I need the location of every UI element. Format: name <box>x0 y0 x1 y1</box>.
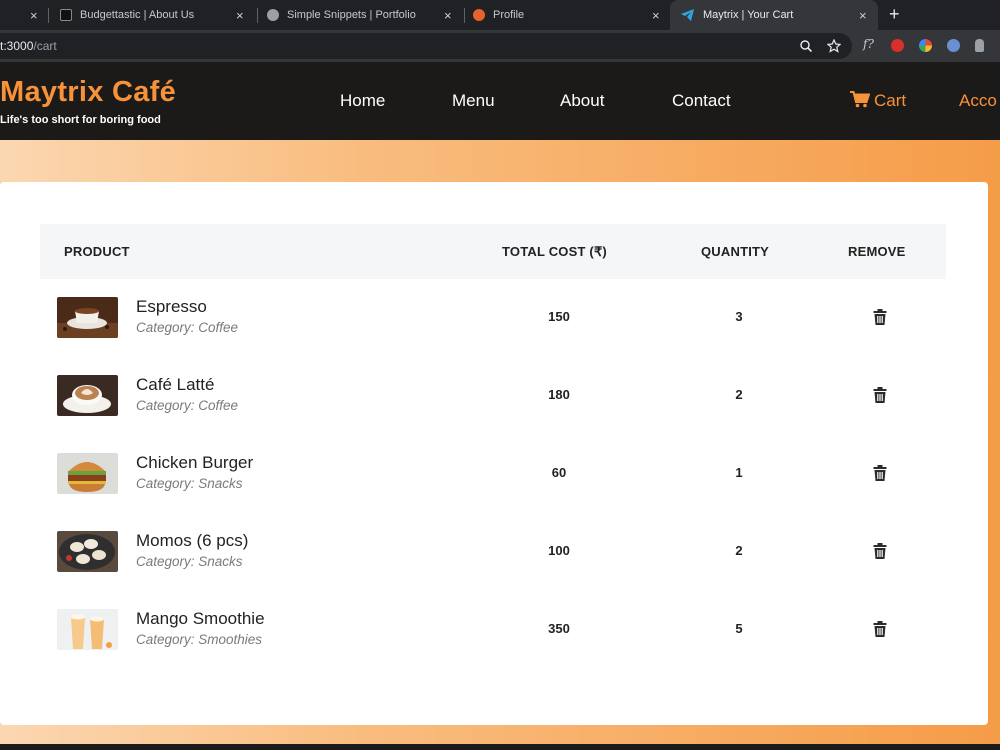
nav-account[interactable]: Acco <box>959 91 997 111</box>
cart-row-chicken-burger: Chicken Burger Category: Snacks 60 1 <box>40 436 946 514</box>
browser-tab-strip: × Budgettastic | About Us × Simple Snipp… <box>0 0 1000 30</box>
product-name: Espresso <box>136 297 207 316</box>
site-header: Maytrix Café Life's too short for boring… <box>0 62 1000 140</box>
tab-close-icon[interactable]: × <box>30 8 38 23</box>
formula-extension-icon[interactable]: f? <box>863 37 874 51</box>
new-tab-button[interactable]: + <box>889 4 900 25</box>
product-name: Momos (6 pcs) <box>136 531 249 550</box>
browser-toolbar: t:3000/cart f? <box>0 30 1000 62</box>
browser-tab-active[interactable]: Maytrix | Your Cart × <box>670 0 878 30</box>
trash-icon[interactable] <box>873 621 887 637</box>
bookmark-star-icon[interactable] <box>827 39 841 53</box>
browser-tab-0[interactable]: × <box>0 0 46 30</box>
smoothie-image <box>57 609 118 650</box>
product-quantity: 1 <box>735 465 743 480</box>
tab-separator <box>48 8 49 23</box>
nav-contact[interactable]: Contact <box>672 91 731 111</box>
product-quantity: 2 <box>735 543 743 558</box>
browser-tab-1[interactable]: Budgettastic | About Us × <box>50 0 255 30</box>
brand-tagline: Life's too short for boring food <box>0 114 161 126</box>
url-host: t:3000 <box>0 39 34 53</box>
address-bar[interactable]: t:3000/cart <box>0 33 852 59</box>
product-category: Category: Snacks <box>136 476 243 491</box>
cart-icon <box>850 91 870 108</box>
adblock-extension-icon[interactable] <box>891 39 904 52</box>
color-extension-icon[interactable] <box>919 39 932 52</box>
profile-favicon-icon <box>473 9 485 21</box>
product-category: Category: Coffee <box>136 320 239 335</box>
brand-logo[interactable]: Maytrix Café <box>0 76 176 109</box>
burger-image <box>57 453 118 494</box>
header-remove: REMOVE <box>848 244 906 259</box>
header-product: PRODUCT <box>64 244 130 259</box>
tab-separator <box>257 8 258 23</box>
tab-title: Profile <box>493 9 525 21</box>
product-cost: 150 <box>548 309 570 324</box>
cart-row-mango-smoothie: Mango Smoothie Category: Smoothies 350 5 <box>40 592 946 670</box>
product-quantity: 3 <box>735 309 743 324</box>
latte-image <box>57 375 118 416</box>
product-category: Category: Smoothies <box>136 632 263 647</box>
product-category: Category: Snacks <box>136 554 243 569</box>
cart-table-header: PRODUCT TOTAL COST (₹) QUANTITY REMOVE <box>40 224 946 279</box>
cart-row-momos: Momos (6 pcs) Category: Snacks 100 2 <box>40 514 946 592</box>
budgettastic-favicon-icon <box>60 9 72 21</box>
header-total-cost: TOTAL COST (₹) <box>502 244 607 259</box>
header-quantity: QUANTITY <box>701 244 770 259</box>
trash-icon[interactable] <box>873 465 887 481</box>
paper-plane-icon <box>681 9 694 21</box>
product-cost: 350 <box>548 621 570 636</box>
nav-menu[interactable]: Menu <box>452 91 495 111</box>
nav-cart[interactable]: Cart <box>850 91 906 111</box>
extensions-icon[interactable] <box>975 39 984 52</box>
product-cost: 180 <box>548 387 570 402</box>
product-name: Chicken Burger <box>136 453 254 472</box>
cart-row-espresso: Espresso Category: Coffee 150 3 <box>40 280 946 358</box>
tab-title: Budgettastic | About Us <box>80 9 195 21</box>
product-cost: 100 <box>548 543 570 558</box>
tab-close-icon[interactable]: × <box>859 8 867 23</box>
tab-close-icon[interactable]: × <box>652 8 660 23</box>
trash-icon[interactable] <box>873 543 887 559</box>
product-category: Category: Coffee <box>136 398 239 413</box>
browser-tab-2[interactable]: Simple Snippets | Portfolio × <box>259 0 462 30</box>
browser-tab-3[interactable]: Profile × <box>466 0 668 30</box>
tab-close-icon[interactable]: × <box>236 8 244 23</box>
zoom-icon[interactable] <box>800 40 812 52</box>
product-quantity: 5 <box>735 621 743 636</box>
tab-title: Simple Snippets | Portfolio <box>287 9 416 21</box>
momos-image <box>57 531 118 572</box>
tab-title: Maytrix | Your Cart <box>703 9 794 21</box>
url-path: /cart <box>33 39 57 53</box>
cart-row-cafe-latte: Café Latté Category: Coffee 180 2 <box>40 358 946 436</box>
product-cost: 60 <box>551 465 567 480</box>
product-name: Mango Smoothie <box>136 609 265 628</box>
nav-home[interactable]: Home <box>340 91 385 111</box>
tab-close-icon[interactable]: × <box>444 8 452 23</box>
trash-icon[interactable] <box>873 387 887 403</box>
nav-about[interactable]: About <box>560 91 604 111</box>
globe-icon <box>267 9 279 21</box>
trash-icon[interactable] <box>873 309 887 325</box>
product-quantity: 2 <box>735 387 743 402</box>
tab-separator <box>464 8 465 23</box>
window-bottom-edge <box>0 744 1000 750</box>
nav-cart-label: Cart <box>874 91 907 110</box>
url-text: t:3000/cart <box>0 39 57 53</box>
product-name: Café Latté <box>136 375 215 394</box>
espresso-image <box>57 297 118 338</box>
profile-extension-icon[interactable] <box>947 39 960 52</box>
